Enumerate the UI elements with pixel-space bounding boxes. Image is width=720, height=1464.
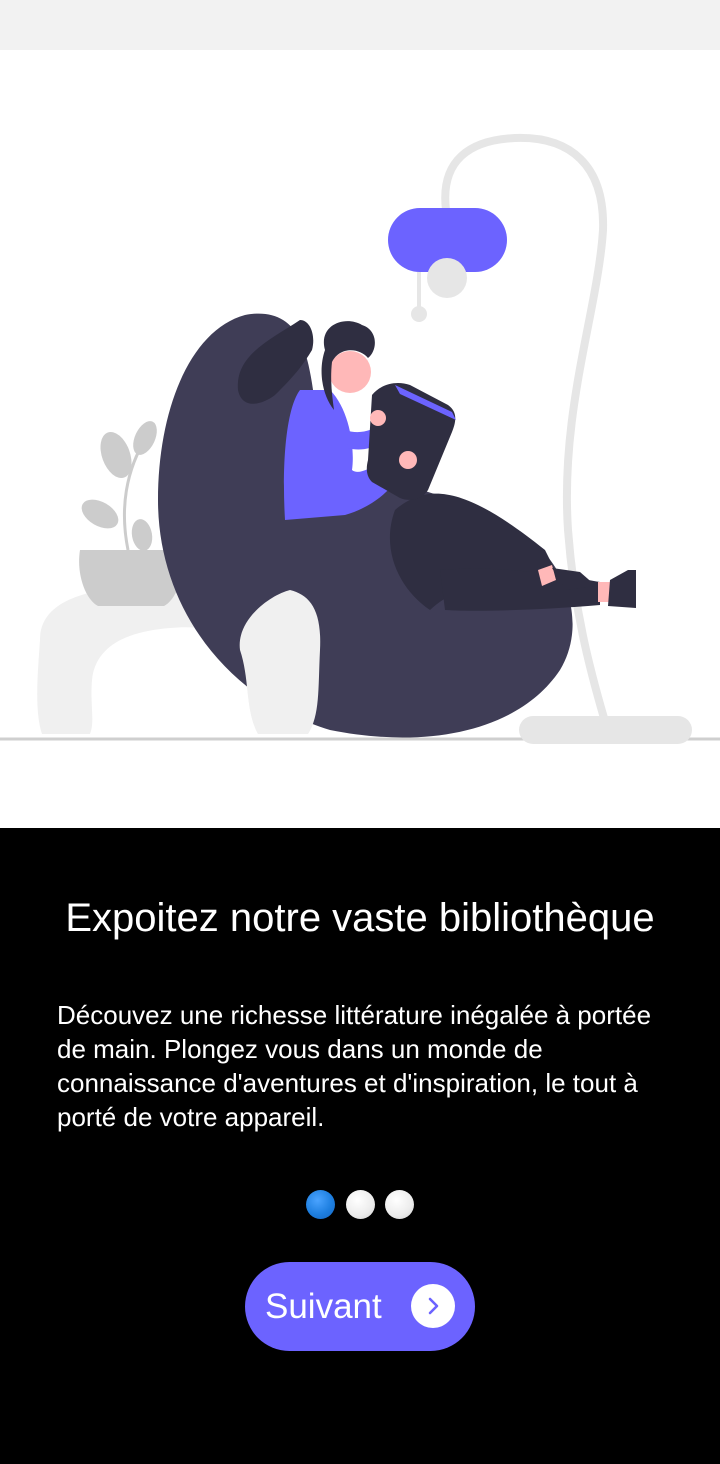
- chevron-right-icon: [411, 1284, 455, 1328]
- onboarding-description: Découvez une richesse littérature inégal…: [57, 1000, 652, 1132]
- next-button[interactable]: Suivant: [245, 1262, 475, 1351]
- page-dot-2[interactable]: [345, 1190, 375, 1219]
- page-dot-3[interactable]: [384, 1190, 414, 1219]
- onboarding-panel: Expoitez notre vaste bibliothèque Découv…: [0, 828, 720, 1464]
- status-bar: [0, 0, 720, 50]
- hero-illustration: [0, 50, 720, 828]
- onboarding-title: Expoitez notre vaste bibliothèque: [65, 896, 655, 940]
- page-indicator: [0, 1190, 720, 1220]
- reading-woman-illustration: [0, 133, 720, 744]
- next-button-label: Suivant: [265, 1286, 382, 1326]
- page-dot-1-active[interactable]: [306, 1190, 336, 1219]
